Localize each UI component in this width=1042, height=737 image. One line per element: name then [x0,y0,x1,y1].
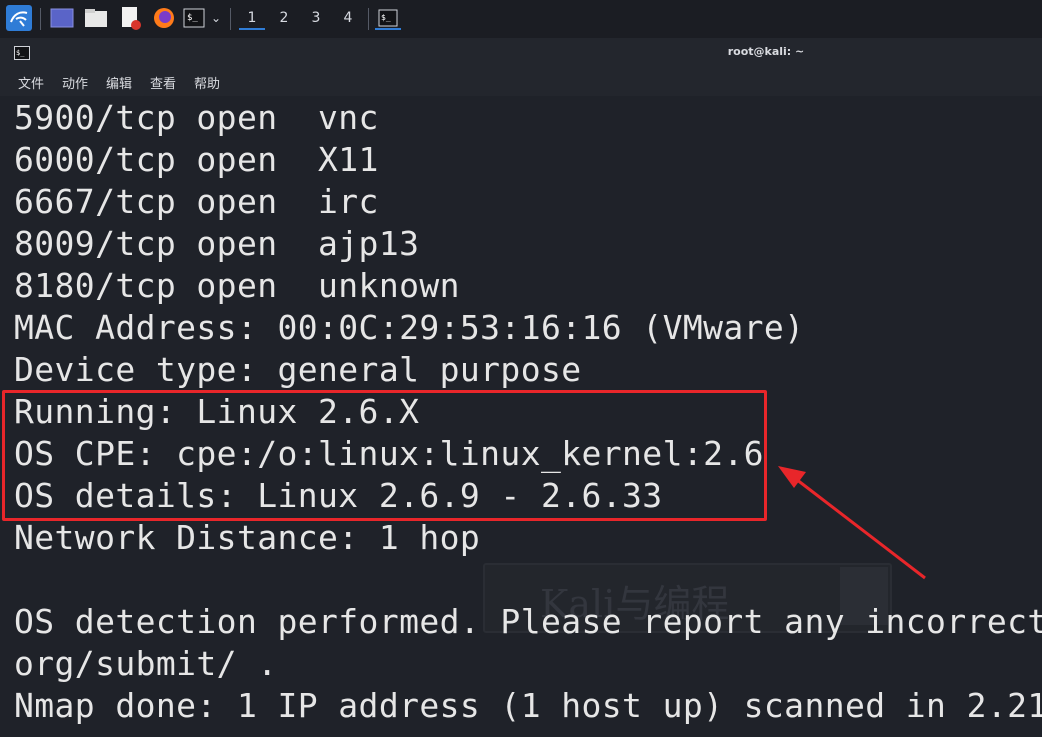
annotation-arrow-icon [778,466,926,580]
